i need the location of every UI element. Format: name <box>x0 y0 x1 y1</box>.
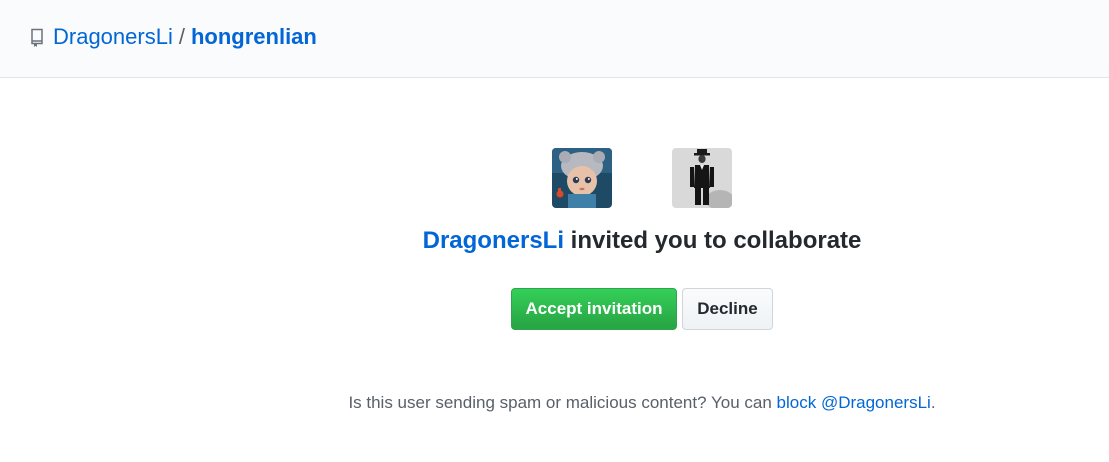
repo-owner-link[interactable]: DragonersLi <box>53 23 173 51</box>
repo-name-link[interactable]: hongrenlian <box>191 23 317 51</box>
accept-invitation-button[interactable]: Accept invitation <box>511 288 677 330</box>
block-user-link[interactable]: block @DragonersLi <box>777 393 931 412</box>
spam-note-text: Is this user sending spam or malicious c… <box>348 393 777 412</box>
invitation-message: DragonersLi invited you to collaborate <box>0 226 1109 256</box>
inviter-link[interactable]: DragonersLi <box>423 227 564 254</box>
invitee-avatar <box>672 148 732 208</box>
spam-report-note: Is this user sending spam or malicious c… <box>0 391 1109 415</box>
repo-header: DragonersLi / hongrenlian <box>0 0 1109 78</box>
repo-separator: / <box>178 24 185 49</box>
decline-button[interactable]: Decline <box>682 288 773 330</box>
invitation-text: invited you to collaborate <box>564 227 862 254</box>
inviter-avatar[interactable] <box>552 148 612 208</box>
repo-title: DragonersLi / hongrenlian <box>29 23 317 51</box>
repo-book-icon <box>29 27 45 47</box>
spam-note-period: . <box>930 393 936 412</box>
